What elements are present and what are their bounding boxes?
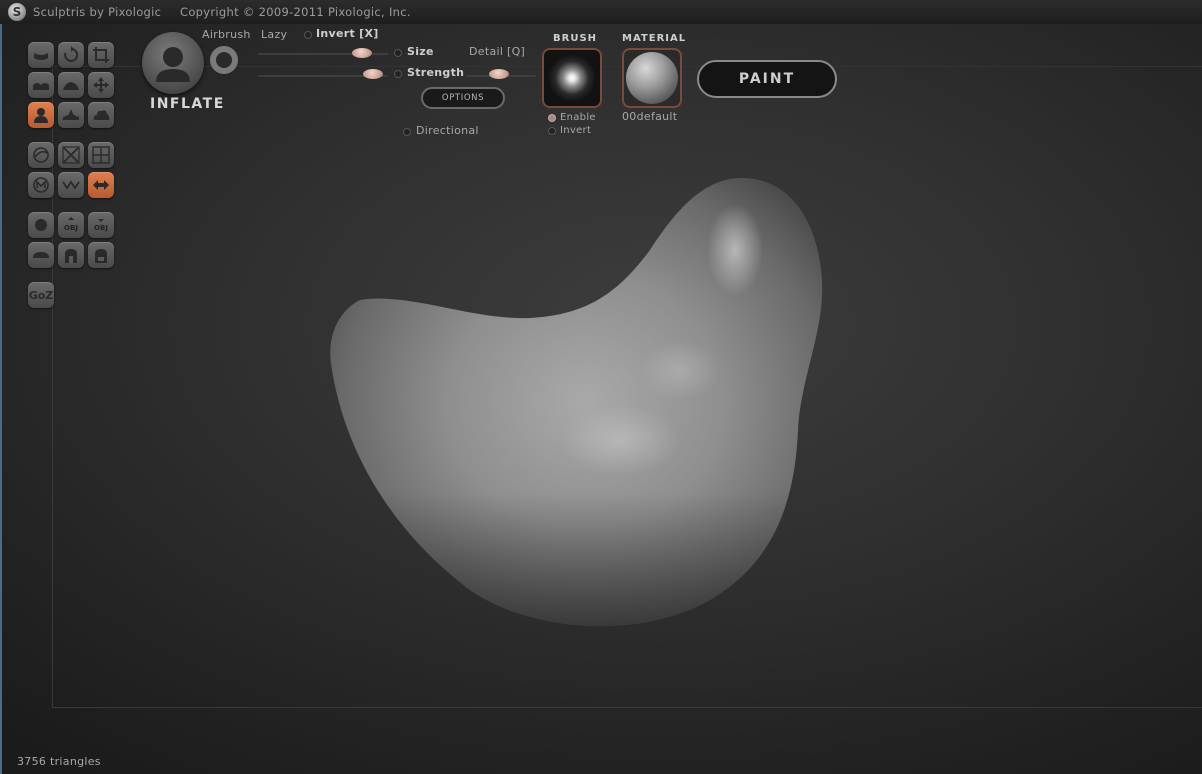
material-preview[interactable]: [622, 48, 682, 108]
brush-falloff-icon[interactable]: [210, 46, 238, 74]
copyright-text: Copyright © 2009-2011 Pixologic, Inc.: [180, 5, 411, 19]
rotate-icon: [64, 46, 79, 62]
rotate-tool-button[interactable]: [58, 42, 84, 68]
sculptris-logo-icon: S: [8, 3, 26, 21]
wireframe-sphere-icon: [33, 147, 49, 163]
strength-label: Strength: [407, 66, 465, 79]
directional-toggle[interactable]: [403, 128, 411, 136]
brush-section-title: BRUSH: [553, 33, 598, 44]
directional-label[interactable]: Directional: [416, 124, 479, 137]
export-obj-button[interactable]: OBJ: [88, 212, 114, 238]
lazy-label[interactable]: Lazy: [261, 28, 287, 41]
strength-toggle[interactable]: [394, 70, 402, 78]
save-file-button[interactable]: [88, 242, 114, 268]
mesh-highlight: [560, 405, 680, 475]
reduce-tool-button[interactable]: [58, 172, 84, 198]
goz-button[interactable]: GoZ: [28, 282, 54, 308]
app-title: Sculptris by Pixologic: [33, 5, 162, 19]
brush-alpha-preview[interactable]: [542, 48, 602, 108]
wireframe-mode-button[interactable]: [58, 142, 84, 168]
person-icon: [156, 47, 190, 82]
paint-mode-button[interactable]: PAINT: [697, 60, 837, 98]
detail-slider-handle[interactable]: [488, 69, 509, 79]
window-edge: [0, 24, 2, 774]
brush-enable-toggle[interactable]: [548, 114, 556, 122]
brush-invert-label[interactable]: Invert: [560, 125, 591, 136]
options-button[interactable]: OPTIONS: [421, 87, 505, 109]
material-sphere-icon: [626, 52, 678, 104]
cloud-icon: [93, 110, 110, 120]
mesh-highlight: [640, 340, 720, 400]
brush-alpha-image: [544, 50, 600, 106]
m-circle-icon: [33, 177, 49, 193]
brush-invert-toggle[interactable]: [548, 127, 556, 135]
save-icon: [95, 249, 107, 263]
move-arrows-icon: [93, 77, 109, 93]
triangle-count: 3756 triangles: [17, 755, 101, 768]
crop-tool-button[interactable]: [88, 42, 114, 68]
inflate-tool-button[interactable]: [28, 102, 54, 128]
flatten-tool-button[interactable]: [28, 72, 54, 98]
pinch-icon: [63, 109, 79, 120]
pinch-tool-button[interactable]: [58, 102, 84, 128]
mesh-highlight: [707, 204, 763, 296]
sculpt-mesh[interactable]: [320, 170, 840, 640]
symmetry-tool-button[interactable]: [28, 42, 54, 68]
double-arrow-icon: [93, 180, 109, 190]
size-slider-handle[interactable]: [351, 48, 372, 58]
import-obj-button[interactable]: OBJ: [58, 212, 84, 238]
symmetry-toggle-button[interactable]: [88, 172, 114, 198]
plane-icon: [33, 252, 49, 258]
crease-tool-button[interactable]: [88, 102, 114, 128]
wireframe-toggle-button[interactable]: [28, 142, 54, 168]
move-tool-button[interactable]: [88, 72, 114, 98]
strength-slider-handle[interactable]: [362, 69, 383, 79]
smooth-icon: [63, 82, 79, 90]
bowl-icon: [34, 53, 48, 60]
grid-toggle-button[interactable]: [88, 142, 114, 168]
size-label: Size: [407, 45, 434, 58]
material-name: 00default: [622, 110, 678, 123]
grid-icon: [92, 146, 110, 164]
person-icon: [34, 108, 48, 123]
zigzag-icon: [62, 180, 80, 190]
detail-label: Detail [Q]: [469, 45, 526, 58]
brush-name: INFLATE: [150, 96, 225, 112]
brush-icon[interactable]: [142, 32, 204, 94]
title-bar: S Sculptris by Pixologic Copyright © 200…: [0, 0, 1202, 24]
smooth-tool-button[interactable]: [58, 72, 84, 98]
invert-toggle[interactable]: [304, 31, 312, 39]
open-file-button[interactable]: [58, 242, 84, 268]
brush-enable-label[interactable]: Enable: [560, 112, 596, 123]
size-toggle[interactable]: [394, 49, 402, 57]
sphere-icon: [35, 219, 47, 231]
material-section-title: MATERIAL: [622, 33, 687, 44]
new-plane-button[interactable]: [28, 242, 54, 268]
crop-icon: [93, 47, 109, 63]
invert-label[interactable]: Invert [X]: [316, 27, 379, 40]
mask-tool-button[interactable]: [28, 172, 54, 198]
cross-grid-icon: [62, 146, 80, 164]
open-icon: [65, 249, 77, 263]
airbrush-label[interactable]: Airbrush: [202, 28, 251, 41]
new-sphere-button[interactable]: [28, 212, 54, 238]
flatten-icon: [33, 83, 49, 90]
